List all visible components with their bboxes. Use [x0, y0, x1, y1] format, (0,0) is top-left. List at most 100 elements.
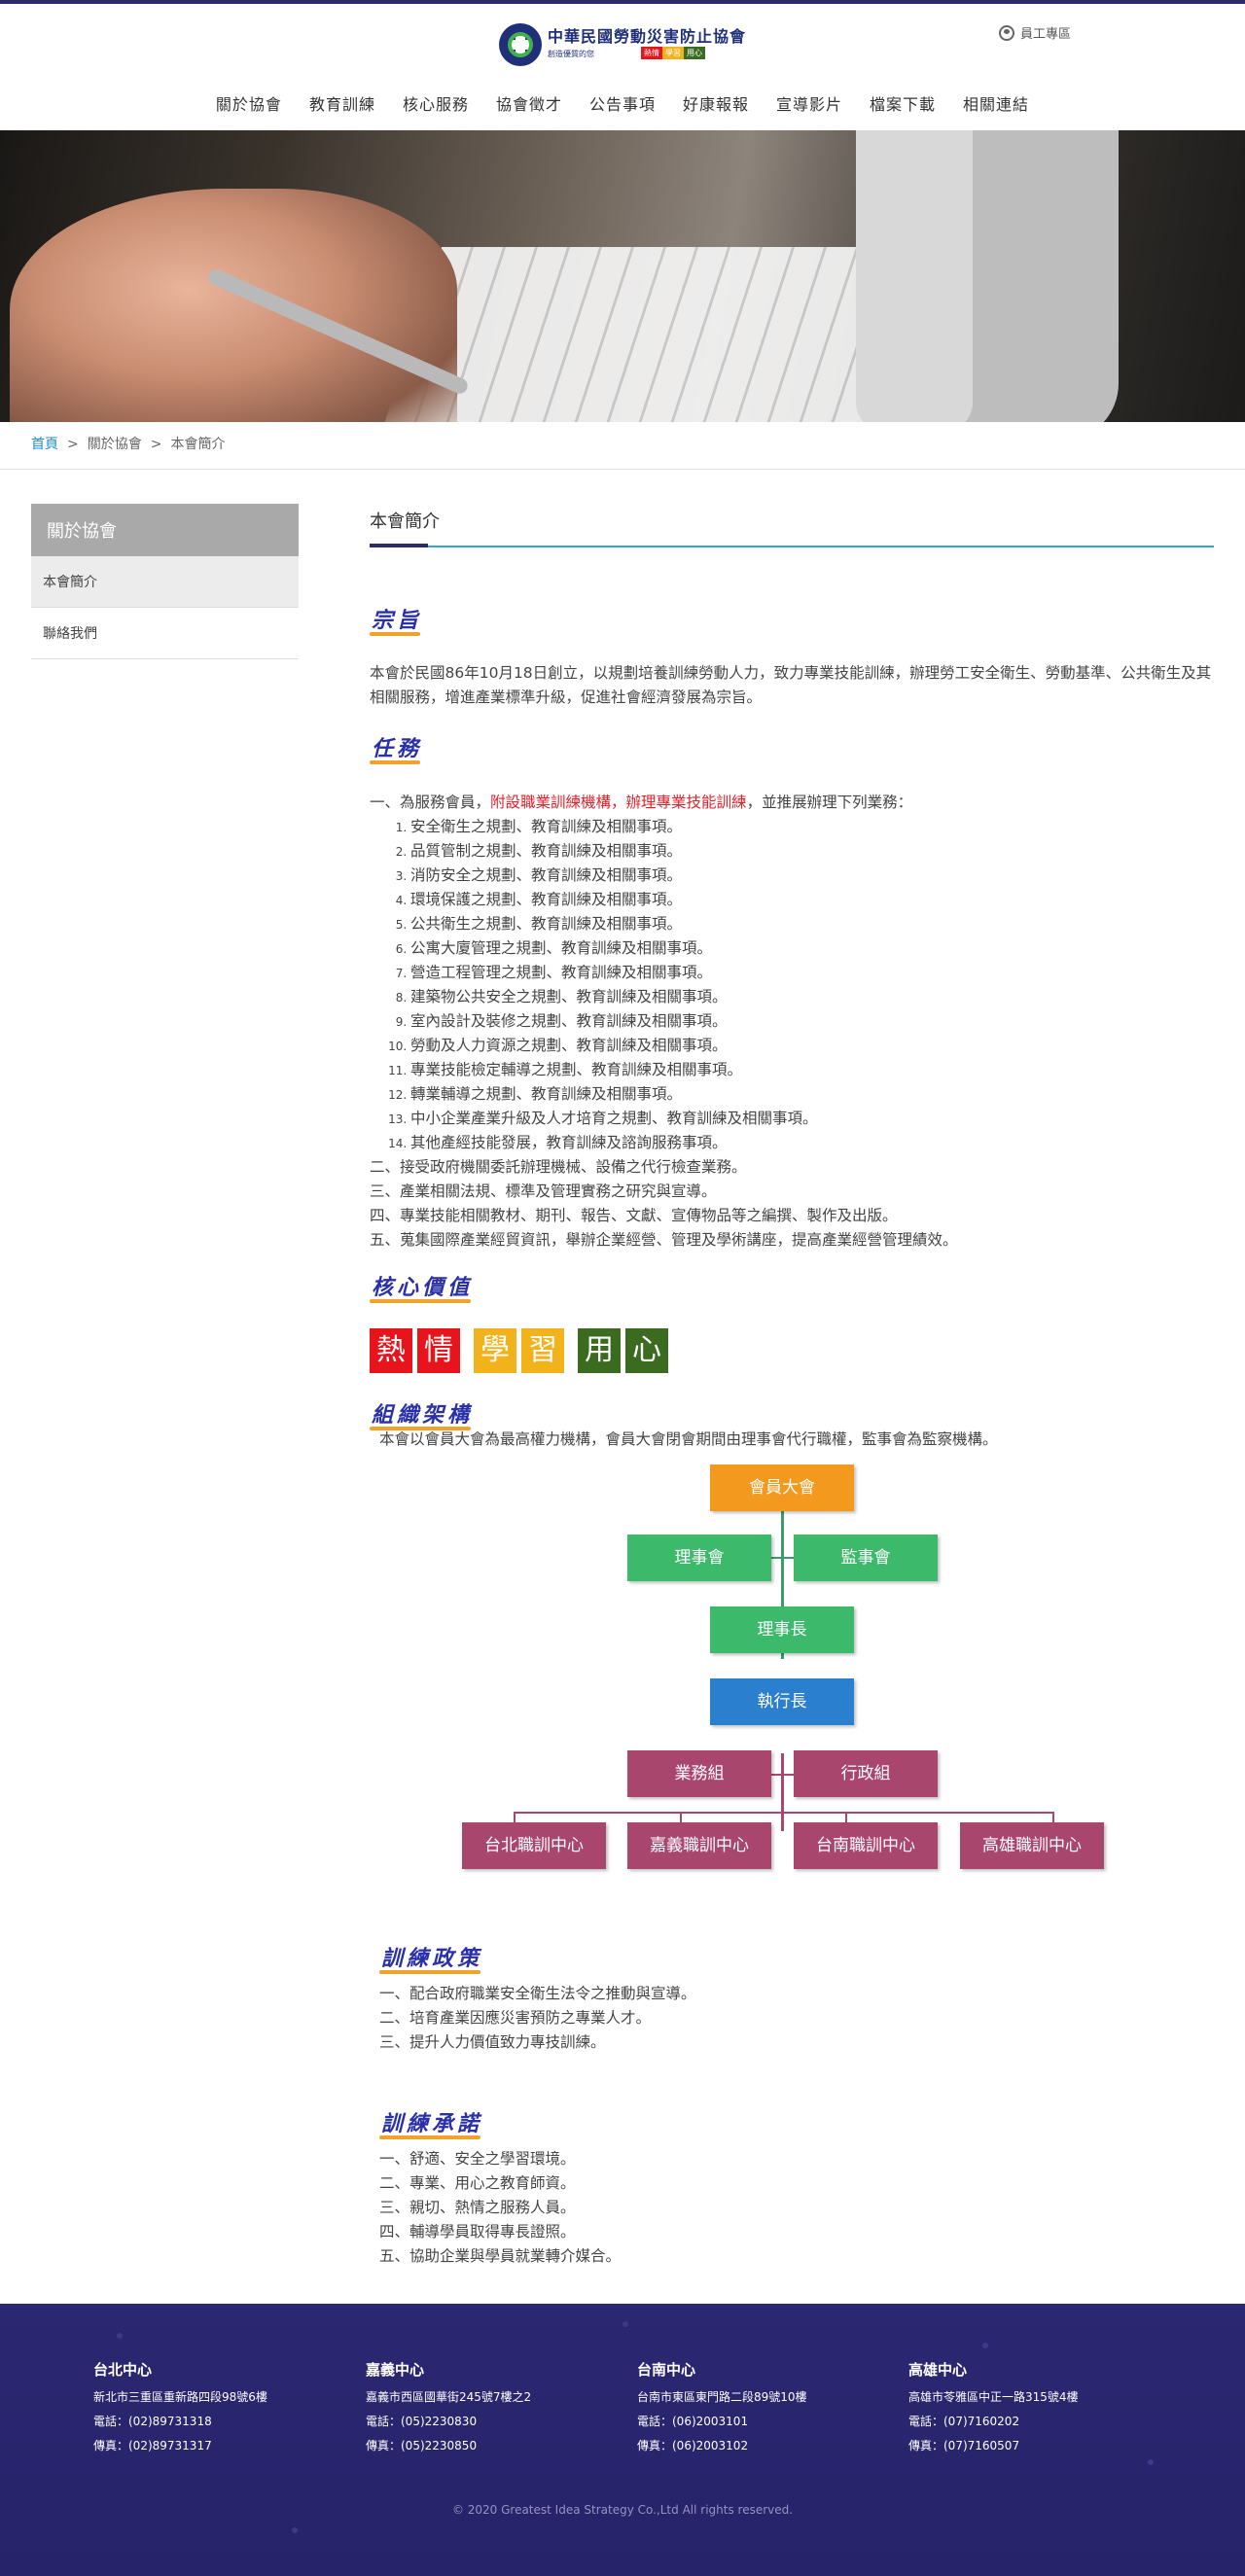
footer-address: 高雄市苓雅區中正一路315號4樓 — [908, 2390, 1079, 2404]
footer-center-taipei: 台北中心 新北市三重區重新路四段98號6樓 電話：(02)89731318 傳真… — [93, 2359, 346, 2462]
nav-item-about[interactable]: 關於協會 — [216, 91, 282, 115]
value-char: 用 — [578, 1328, 621, 1373]
site-logo[interactable]: 中華民國勞動災害防止協會 創造優質的您 熱情 學習 用心 — [499, 21, 747, 70]
list-item: 一、配合政府職業安全衛生法令之推動與宣導。 — [379, 1985, 696, 2002]
list-item: 安全衛生之規劃、教育訓練及相關事項。 — [410, 815, 1214, 839]
list-item: 其他產經技能發展，教育訓練及諮詢服務事項。 — [410, 1131, 1214, 1155]
user-icon — [999, 24, 1014, 41]
footer-phone: 電話：(05)2230830 — [366, 2415, 478, 2428]
copyright: © 2020 Greatest Idea Strategy Co.,Ltd Al… — [451, 2503, 794, 2517]
nav-item-jobs[interactable]: 協會徵才 — [496, 91, 562, 115]
section-heading-org: 組織架構 — [369, 1397, 473, 1430]
footer-fax: 傳真：(07)7160507 — [908, 2439, 1020, 2452]
staff-area-label: 員工專區 — [1020, 27, 1072, 42]
org-node-board: 理事會 — [627, 1535, 771, 1581]
org-node-ceo: 執行長 — [710, 1678, 854, 1725]
value-char: 學 — [474, 1328, 516, 1373]
footer-phone: 電話：(02)89731318 — [93, 2415, 212, 2428]
list-item: 三、提升人力價值致力專技訓練。 — [379, 2033, 606, 2051]
list-item: 環境保護之規劃、教育訓練及相關事項。 — [410, 888, 1214, 912]
policy-list: 一、配合政府職業安全衛生法令之推動與宣導。 二、培育產業因應災害預防之專業人才。… — [379, 1982, 1224, 2055]
footer-address: 台南市東區東門路二段89號10樓 — [637, 2390, 807, 2404]
footer-fax: 傳真：(06)2003102 — [637, 2439, 749, 2452]
list-item: 室內設計及裝修之規劃、教育訓練及相關事項。 — [410, 1009, 1214, 1034]
org-node-center-chiayi: 嘉義職訓中心 — [627, 1822, 771, 1869]
title-underline — [370, 546, 1214, 547]
org-node-admin: 行政組 — [794, 1750, 938, 1797]
footer-fax: 傳真：(02)89731317 — [93, 2439, 212, 2452]
section-heading-promise: 訓練承諾 — [378, 2106, 482, 2139]
list-item: 二、專業、用心之教育師資。 — [379, 2174, 576, 2192]
org-chart: 會員大會 理事會 監事會 理事長 執行長 業務組 行政組 台北職訓中心 嘉義職訓… — [438, 1464, 1119, 1883]
core-values-badges: 熱 情 學 習 用 心 — [370, 1328, 673, 1373]
nav-item-deals[interactable]: 好康報報 — [683, 91, 749, 115]
list-item: 四、專業技能相關教材、期刊、報告、文獻、宣傳物品等之編撰、製作及出版。 — [370, 1207, 898, 1224]
org-node-center-tainan: 台南職訓中心 — [794, 1822, 938, 1869]
list-item: 三、產業相關法規、標準及管理實務之研究與宣導。 — [370, 1182, 717, 1200]
nav-item-links[interactable]: 相關連結 — [963, 91, 1029, 115]
list-item: 專業技能檢定輔導之規劃、教育訓練及相關事項。 — [410, 1058, 1214, 1082]
list-item: 轉業輔導之規劃、教育訓練及相關事項。 — [410, 1082, 1214, 1107]
list-item: 品質管制之規劃、教育訓練及相關事項。 — [410, 839, 1214, 864]
logo-tag: 用心 — [684, 47, 705, 59]
list-item: 中小企業產業升級及人才培育之規劃、教育訓練及相關事項。 — [410, 1107, 1214, 1131]
mission-item-1: 一、為服務會員，附設職業訓練機構，辦理專業技能訓練，並推展辦理下列業務： — [370, 794, 913, 811]
footer-center-tainan: 台南中心 台南市東區東門路二段89號10樓 電話：(06)2003101 傳真：… — [637, 2359, 890, 2462]
section-heading-mission: 任務 — [369, 731, 422, 764]
nav-item-videos[interactable]: 宣導影片 — [776, 91, 842, 115]
sidebar-item-intro[interactable]: 本會簡介 — [31, 556, 299, 608]
footer-phone: 電話：(07)7160202 — [908, 2415, 1020, 2428]
list-item: 五、蒐集國際產業經貿資訊，舉辦企業經營、管理及學術講座，提高產業經營管理績效。 — [370, 1231, 958, 1249]
logo-tags: 熱情 學習 用心 — [641, 47, 705, 59]
list-item: 三、親切、熱情之服務人員。 — [379, 2199, 576, 2216]
sidebar-item-contact[interactable]: 聯絡我們 — [31, 608, 299, 659]
staff-area-link[interactable]: 員工專區 — [999, 23, 1071, 42]
site-footer: 台北中心 新北市三重區重新路四段98號6樓 電話：(02)89731318 傳真… — [0, 2304, 1245, 2576]
footer-center-kaohsiung: 高雄中心 高雄市苓雅區中正一路315號4樓 電話：(07)7160202 傳真：… — [908, 2359, 1161, 2462]
org-node-assembly: 會員大會 — [710, 1464, 854, 1511]
list-item: 建築物公共安全之規劃、教育訓練及相關事項。 — [410, 985, 1214, 1009]
list-item: 消防安全之規劃、教育訓練及相關事項。 — [410, 864, 1214, 888]
list-item: 一、舒適、安全之學習環境。 — [379, 2150, 576, 2168]
footer-center-name: 台北中心 — [93, 2361, 153, 2379]
mission-subitems: 安全衛生之規劃、教育訓練及相關事項。 品質管制之規劃、教育訓練及相關事項。 消防… — [370, 815, 1214, 1155]
list-item: 二、接受政府機關委託辦理機械、設備之代行檢查業務。 — [370, 1158, 747, 1176]
logo-emblem-icon — [499, 23, 542, 66]
mission-list: 一、為服務會員，附設職業訓練機構，辦理專業技能訓練，並推展辦理下列業務： 安全衛… — [370, 791, 1214, 1253]
footer-phone: 電話：(06)2003101 — [637, 2415, 749, 2428]
breadcrumb-current: 本會簡介 — [170, 437, 226, 452]
sidebar-title: 關於協會 — [31, 504, 299, 556]
nav-item-training[interactable]: 教育訓練 — [309, 91, 375, 115]
org-node-business: 業務組 — [627, 1750, 771, 1797]
nav-item-announcements[interactable]: 公告事項 — [589, 91, 656, 115]
divider — [0, 469, 1245, 470]
logo-subtitle: 創造優質的您 — [548, 50, 594, 58]
logo-tag: 熱情 — [641, 47, 662, 59]
site-header: 中華民國勞動災害防止協會 創造優質的您 熱情 學習 用心 員工專區 關於協會 教… — [0, 4, 1245, 130]
value-char: 習 — [521, 1328, 564, 1373]
list-item: 二、培育產業因應災害預防之專業人才。 — [379, 2009, 652, 2027]
footer-address: 新北市三重區重新路四段98號6樓 — [93, 2390, 267, 2404]
org-node-supervisors: 監事會 — [794, 1535, 938, 1581]
list-item: 勞動及人力資源之規劃、教育訓練及相關事項。 — [410, 1034, 1214, 1058]
list-item: 公寓大廈管理之規劃、教育訓練及相關事項。 — [410, 936, 1214, 961]
section-heading-policy: 訓練政策 — [378, 1941, 482, 1974]
nav-item-services[interactable]: 核心服務 — [403, 91, 469, 115]
breadcrumb-home[interactable]: 首頁 — [31, 437, 58, 452]
breadcrumb-item[interactable]: 關於協會 — [88, 437, 142, 452]
nav-item-downloads[interactable]: 檔案下載 — [870, 91, 936, 115]
page-title: 本會簡介 — [370, 512, 440, 532]
list-item: 四、輔導學員取得專長證照。 — [379, 2223, 576, 2241]
org-node-center-kaohsiung: 高雄職訓中心 — [960, 1822, 1104, 1869]
hero-banner-image — [0, 130, 1245, 422]
list-item: 五、協助企業與學員就業轉介媒合。 — [379, 2247, 622, 2265]
purpose-text: 本會於民國86年10月18日創立，以規劃培養訓練勞動人力，致力專業技能訓練，辦理… — [370, 664, 1212, 706]
value-char: 情 — [417, 1328, 460, 1373]
main-nav: 關於協會 教育訓練 核心服務 協會徵才 公告事項 好康報報 宣導影片 檔案下載 … — [0, 91, 1245, 115]
org-node-chairman: 理事長 — [710, 1606, 854, 1653]
footer-center-name: 台南中心 — [637, 2361, 696, 2379]
footer-center-name: 嘉義中心 — [366, 2361, 425, 2379]
value-char: 熱 — [370, 1328, 412, 1373]
footer-fax: 傳真：(05)2230850 — [366, 2439, 478, 2452]
section-heading-values: 核心價值 — [369, 1270, 473, 1303]
